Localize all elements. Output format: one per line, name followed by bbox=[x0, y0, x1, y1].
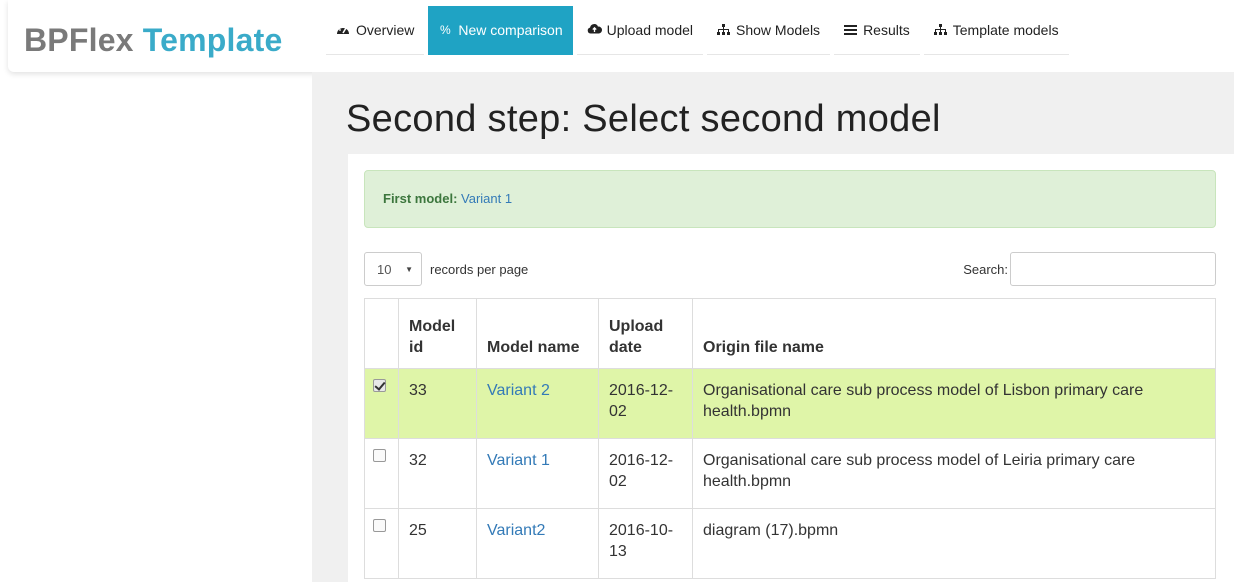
list-icon bbox=[844, 25, 858, 35]
row-checkbox[interactable] bbox=[373, 449, 386, 462]
page-title: Second step: Select second model bbox=[346, 98, 941, 140]
upload-date-cell: 2016-12-02 bbox=[598, 438, 693, 509]
nav-overview[interactable]: Overview bbox=[326, 6, 425, 55]
page-length-value: 10 bbox=[377, 261, 392, 277]
col-header-model-id[interactable]: Model id bbox=[398, 298, 477, 369]
brand-part2: Template bbox=[142, 22, 283, 58]
upload-date-cell: 2016-10-13 bbox=[598, 508, 693, 579]
nav-template-models[interactable]: Template models bbox=[923, 6, 1069, 55]
dashboard-icon bbox=[336, 23, 350, 38]
table-row[interactable]: 33 Variant 2 2016-12-02 Organisational c… bbox=[364, 368, 1216, 439]
nav-label: Template models bbox=[952, 22, 1059, 38]
brand-logo[interactable]: BPFlex Template bbox=[24, 22, 283, 59]
content-panel: First model: Variant 1 10 ▼ records per … bbox=[348, 154, 1234, 582]
table-row[interactable]: 25 Variant2 2016-10-13 diagram (17).bpmn bbox=[364, 508, 1216, 579]
alert-label: First model: bbox=[383, 191, 458, 206]
origin-file-cell: diagram (17).bpmn bbox=[692, 508, 1216, 579]
page-length-select[interactable]: 10 ▼ bbox=[364, 252, 422, 286]
model-name-link[interactable]: Variant 2 bbox=[487, 382, 550, 399]
nav-new-comparison[interactable]: % New comparison bbox=[428, 6, 573, 55]
table-row[interactable]: 32 Variant 1 2016-12-02 Organisational c… bbox=[364, 438, 1216, 509]
row-select-cell bbox=[364, 508, 399, 579]
nav-label: Overview bbox=[356, 22, 415, 38]
col-header-select bbox=[364, 298, 399, 369]
model-name-cell: Variant 1 bbox=[476, 438, 599, 509]
nav-label: Results bbox=[863, 22, 910, 38]
page-length-control: 10 ▼ records per page bbox=[364, 252, 528, 286]
model-name-cell: Variant2 bbox=[476, 508, 599, 579]
page-length-suffix: records per page bbox=[430, 261, 529, 277]
search-label: Search: bbox=[963, 261, 1008, 277]
model-id-cell: 32 bbox=[398, 438, 477, 509]
row-checkbox[interactable] bbox=[373, 379, 386, 392]
first-model-alert: First model: Variant 1 bbox=[364, 170, 1216, 228]
sitemap-icon bbox=[717, 24, 731, 36]
nav-label: New comparison bbox=[458, 22, 563, 38]
row-select-cell bbox=[364, 368, 399, 439]
models-table: Model id Model name Upload date Origin f… bbox=[364, 298, 1216, 579]
origin-file-cell: Organisational care sub process model of… bbox=[692, 368, 1216, 439]
nav-show-models[interactable]: Show Models bbox=[707, 6, 831, 55]
origin-file-cell: Organisational care sub process model of… bbox=[692, 438, 1216, 509]
nav-label: Show Models bbox=[736, 22, 821, 38]
nav-label: Upload model bbox=[606, 22, 694, 38]
upload-date-cell: 2016-12-02 bbox=[598, 368, 693, 439]
search-control: Search: bbox=[963, 252, 1216, 286]
model-id-cell: 33 bbox=[398, 368, 477, 439]
sitemap-icon bbox=[933, 24, 947, 36]
search-input[interactable] bbox=[1010, 252, 1216, 286]
cloud-upload-icon bbox=[587, 23, 602, 37]
brand-part1: BPFlex bbox=[24, 22, 134, 58]
main-nav: Overview % New comparison Upload model S… bbox=[326, 6, 1073, 56]
nav-upload-model[interactable]: Upload model bbox=[576, 6, 704, 55]
model-name-cell: Variant 2 bbox=[476, 368, 599, 439]
chevron-down-icon: ▼ bbox=[405, 264, 413, 274]
top-navbar: BPFlex Template Overview % New compariso… bbox=[8, 0, 1234, 72]
row-checkbox[interactable] bbox=[373, 519, 386, 532]
model-id-cell: 25 bbox=[398, 508, 477, 579]
model-name-link[interactable]: Variant2 bbox=[487, 522, 545, 539]
percent-icon: % bbox=[440, 23, 451, 37]
row-select-cell bbox=[364, 438, 399, 509]
nav-results[interactable]: Results bbox=[834, 6, 920, 55]
first-model-link[interactable]: Variant 1 bbox=[461, 191, 512, 206]
table-header-row: Model id Model name Upload date Origin f… bbox=[364, 298, 1216, 369]
col-header-origin-file[interactable]: Origin file name bbox=[692, 298, 1216, 369]
col-header-model-name[interactable]: Model name bbox=[476, 298, 599, 369]
model-name-link[interactable]: Variant 1 bbox=[487, 452, 550, 469]
main-content: Second step: Select second model First m… bbox=[312, 72, 1234, 582]
col-header-upload-date[interactable]: Upload date bbox=[598, 298, 693, 369]
